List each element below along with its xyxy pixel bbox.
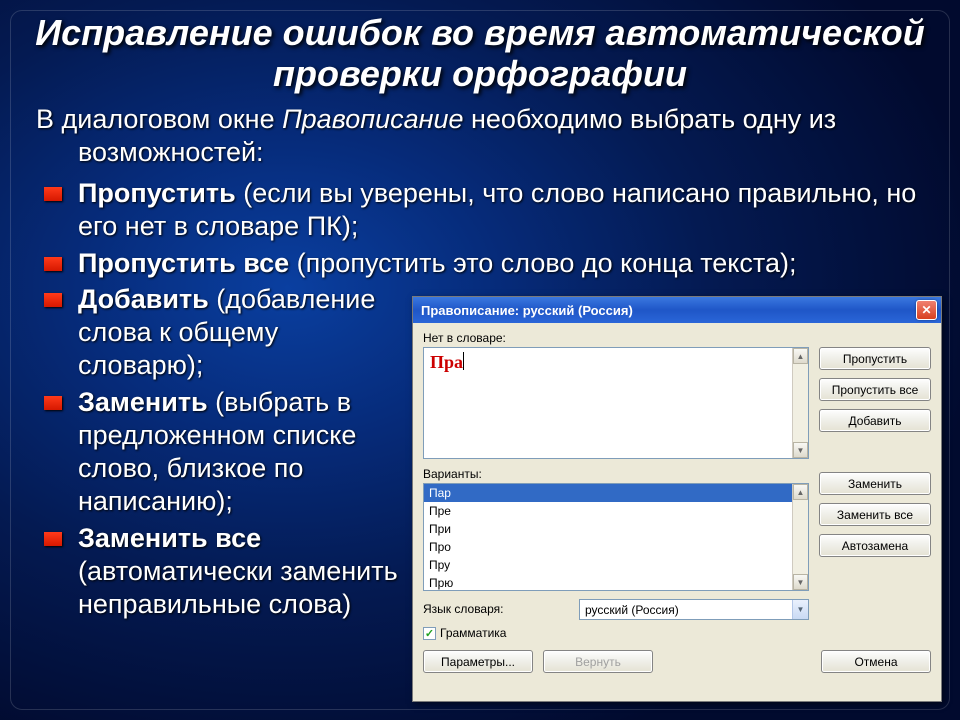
label-language: Язык словаря:: [423, 602, 573, 616]
bullet-replace: Заменить (выбрать в предложенном списке …: [36, 386, 406, 518]
scroll-up-icon[interactable]: ▲: [793, 484, 808, 500]
dialog-titlebar[interactable]: Правописание: русский (Россия) ✕: [413, 297, 941, 323]
language-value: русский (Россия): [585, 603, 679, 617]
error-word: Пра: [430, 352, 463, 372]
list-item[interactable]: Прю: [424, 574, 808, 591]
revert-button[interactable]: Вернуть: [543, 650, 653, 673]
checkbox-check-icon: ✓: [423, 627, 436, 640]
label-variants: Варианты:: [423, 467, 809, 481]
cancel-button[interactable]: Отмена: [821, 650, 931, 673]
variants-listbox[interactable]: Пар Пре При Про Пру Прю ▲ ▼: [423, 483, 809, 591]
bullet-replace-all: Заменить все (автоматически заменить неп…: [36, 522, 406, 621]
scroll-down-icon[interactable]: ▼: [793, 574, 808, 590]
list-item[interactable]: Про: [424, 538, 808, 556]
dialog-title: Правописание: русский (Россия): [421, 303, 633, 318]
skip-all-button[interactable]: Пропустить все: [819, 378, 931, 401]
bullet-add: Добавить (добавление слова к общему слов…: [36, 283, 406, 382]
list-item[interactable]: Пар: [424, 484, 808, 502]
listbox-scrollbar[interactable]: ▲ ▼: [792, 484, 808, 590]
not-in-dictionary-textbox[interactable]: Пра ▲ ▼: [423, 347, 809, 459]
list-item[interactable]: Пре: [424, 502, 808, 520]
intro-term: Правописание: [282, 104, 463, 134]
label-not-in-dictionary: Нет в словаре:: [423, 331, 809, 345]
grammar-checkbox[interactable]: ✓ Грамматика: [423, 626, 809, 640]
chevron-down-icon: ▼: [792, 600, 808, 619]
intro-paragraph: В диалоговом окне Правописание необходим…: [32, 103, 928, 169]
spellcheck-dialog: Правописание: русский (Россия) ✕ Нет в с…: [412, 296, 942, 702]
skip-button[interactable]: Пропустить: [819, 347, 931, 370]
grammar-label: Грамматика: [440, 626, 506, 640]
language-combo[interactable]: русский (Россия) ▼: [579, 599, 809, 620]
bullet-skip-all: Пропустить все (пропустить это слово до …: [36, 247, 928, 280]
list-item[interactable]: При: [424, 520, 808, 538]
scroll-down-icon[interactable]: ▼: [793, 442, 808, 458]
scroll-up-icon[interactable]: ▲: [793, 348, 808, 364]
add-button[interactable]: Добавить: [819, 409, 931, 432]
close-icon: ✕: [921, 303, 931, 317]
params-button[interactable]: Параметры...: [423, 650, 533, 673]
close-button[interactable]: ✕: [916, 300, 937, 320]
replace-all-button[interactable]: Заменить все: [819, 503, 931, 526]
textbox-scrollbar[interactable]: ▲ ▼: [792, 348, 808, 458]
list-item[interactable]: Пру: [424, 556, 808, 574]
bullet-skip: Пропустить (если вы уверены, что слово н…: [36, 177, 928, 243]
intro-prefix: В диалоговом окне: [36, 104, 282, 134]
replace-button[interactable]: Заменить: [819, 472, 931, 495]
slide-title: Исправление ошибок во время автоматическ…: [32, 12, 928, 95]
autocorrect-button[interactable]: Автозамена: [819, 534, 931, 557]
